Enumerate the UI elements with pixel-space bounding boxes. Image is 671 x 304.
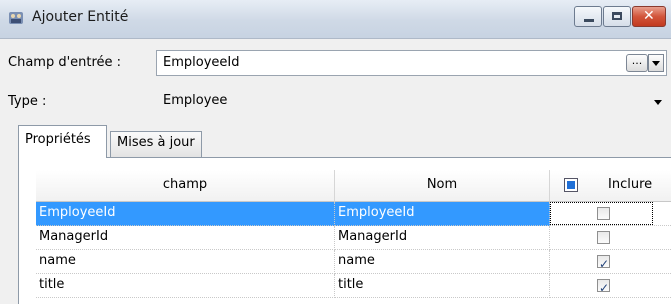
- close-icon: ✕: [643, 8, 655, 24]
- tab-updates-label: Mises à jour: [117, 135, 195, 150]
- chevron-down-icon: [652, 61, 660, 66]
- close-button[interactable]: ✕: [632, 6, 666, 27]
- table-row[interactable]: EmployeeId EmployeeId: [36, 202, 671, 226]
- row-include-cell[interactable]: [550, 274, 671, 299]
- include-checkbox[interactable]: [597, 277, 610, 299]
- maximize-button[interactable]: [603, 6, 631, 27]
- table-row[interactable]: title title: [36, 274, 671, 299]
- app-icon: [9, 12, 23, 24]
- row-include-cell[interactable]: [550, 202, 671, 226]
- include-checkbox[interactable]: [597, 253, 610, 275]
- input-field-dropdown-button[interactable]: [648, 54, 664, 72]
- minimize-icon: [584, 19, 594, 22]
- type-select[interactable]: Employee: [156, 88, 667, 114]
- row-field-cell[interactable]: name: [36, 250, 335, 274]
- input-field-combobox[interactable]: EmployeeId ...: [156, 50, 667, 76]
- row-field-cell[interactable]: title: [36, 274, 335, 298]
- column-header-name[interactable]: Nom: [335, 170, 550, 202]
- properties-grid[interactable]: champ Nom Inclure EmployeeId EmployeeId …: [36, 170, 671, 303]
- column-header-field[interactable]: champ: [36, 170, 335, 202]
- row-include-cell[interactable]: [550, 250, 671, 275]
- include-checkbox[interactable]: [597, 231, 610, 244]
- chevron-down-icon: [654, 100, 662, 105]
- browse-button[interactable]: ...: [626, 54, 648, 72]
- include-all-checkbox[interactable]: [564, 178, 578, 192]
- row-name-cell[interactable]: EmployeeId: [335, 202, 550, 226]
- row-name-cell[interactable]: title: [335, 274, 550, 298]
- column-header-include-label: Inclure: [608, 177, 653, 192]
- column-header-include[interactable]: Inclure: [550, 170, 671, 202]
- title-bar[interactable]: Ajouter Entité ✕: [0, 0, 671, 39]
- include-checkbox[interactable]: [597, 207, 610, 220]
- tab-properties-label: Propriétés: [25, 132, 91, 147]
- type-value: Employee: [163, 93, 228, 108]
- row-name-cell[interactable]: name: [335, 250, 550, 274]
- tab-updates[interactable]: Mises à jour: [110, 131, 202, 158]
- type-label: Type :: [8, 94, 47, 109]
- row-field-cell[interactable]: ManagerId: [36, 226, 335, 250]
- window-title: Ajouter Entité: [32, 9, 129, 25]
- input-field-value: EmployeeId: [163, 55, 240, 70]
- table-row[interactable]: ManagerId ManagerId: [36, 226, 671, 250]
- minimize-button[interactable]: [574, 6, 602, 27]
- row-name-cell[interactable]: ManagerId: [335, 226, 550, 250]
- table-row[interactable]: name name: [36, 250, 671, 275]
- maximize-icon: [612, 12, 622, 20]
- row-include-cell[interactable]: [550, 226, 671, 250]
- input-field-label: Champ d'entrée :: [8, 55, 122, 70]
- add-entity-dialog: Ajouter Entité ✕ Champ d'entrée : Employ…: [0, 0, 671, 304]
- tab-properties[interactable]: Propriétés: [18, 125, 107, 158]
- row-field-cell[interactable]: EmployeeId: [36, 202, 335, 226]
